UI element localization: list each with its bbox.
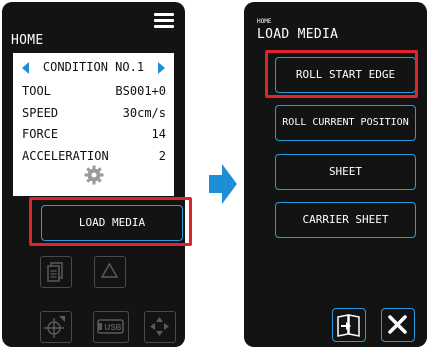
param-row-force: FORCE 14: [22, 127, 166, 143]
menu-icon[interactable]: [154, 13, 174, 28]
highlight-roll-start-edge: [265, 50, 418, 98]
page-title: HOME: [11, 33, 44, 48]
param-value: 14: [151, 127, 166, 141]
previous-condition-icon[interactable]: [22, 62, 29, 74]
param-label: FORCE: [22, 127, 59, 141]
move-button[interactable]: [144, 311, 176, 343]
usb-label: USB: [105, 323, 122, 332]
param-row-speed: SPEED 30cm/s: [22, 106, 166, 122]
sheet-button[interactable]: SHEET: [275, 154, 416, 190]
transition-arrow-icon: [209, 164, 237, 204]
condition-selector: CONDITION NO.1: [13, 60, 174, 76]
home-screen: HOME CONDITION NO.1 TOOL BS001+0 SPEED 3…: [2, 2, 185, 347]
crosshair-icon: [44, 316, 65, 338]
param-label: ACCELERATION: [22, 149, 109, 163]
param-label: TOOL: [22, 84, 51, 98]
origin-button[interactable]: [40, 311, 72, 343]
triangle-icon: [100, 262, 119, 278]
param-value: 30cm/s: [122, 106, 166, 120]
copy-icon: [47, 262, 63, 282]
close-icon: [388, 315, 407, 334]
param-value: BS001+0: [115, 84, 166, 98]
next-condition-icon[interactable]: [158, 62, 165, 74]
triangle-button[interactable]: [94, 256, 126, 288]
page-title: LOAD MEDIA: [257, 27, 339, 42]
condition-panel: CONDITION NO.1 TOOL BS001+0 SPEED 30cm/s…: [13, 53, 174, 196]
carrier-sheet-button[interactable]: CARRIER SHEET: [275, 202, 416, 238]
param-label: SPEED: [22, 106, 59, 120]
condition-label: CONDITION NO.1: [42, 60, 145, 74]
param-value: 2: [158, 149, 166, 163]
highlight-load-media: [29, 197, 192, 246]
gear-icon[interactable]: [84, 165, 104, 185]
roll-current-position-button[interactable]: ROLL CURRENT POSITION: [275, 105, 416, 141]
move-arrows-icon: [150, 317, 169, 336]
param-row-tool: TOOL BS001+0: [22, 84, 166, 100]
usb-icon: USB: [97, 319, 124, 334]
usb-button[interactable]: USB: [93, 311, 129, 343]
close-button[interactable]: [381, 308, 415, 342]
param-row-acceleration: ACCELERATION 2: [22, 149, 166, 165]
manual-book-icon: [337, 314, 360, 337]
copy-button[interactable]: [40, 256, 72, 288]
manual-button[interactable]: [332, 308, 366, 342]
breadcrumb: HOME: [257, 18, 272, 25]
